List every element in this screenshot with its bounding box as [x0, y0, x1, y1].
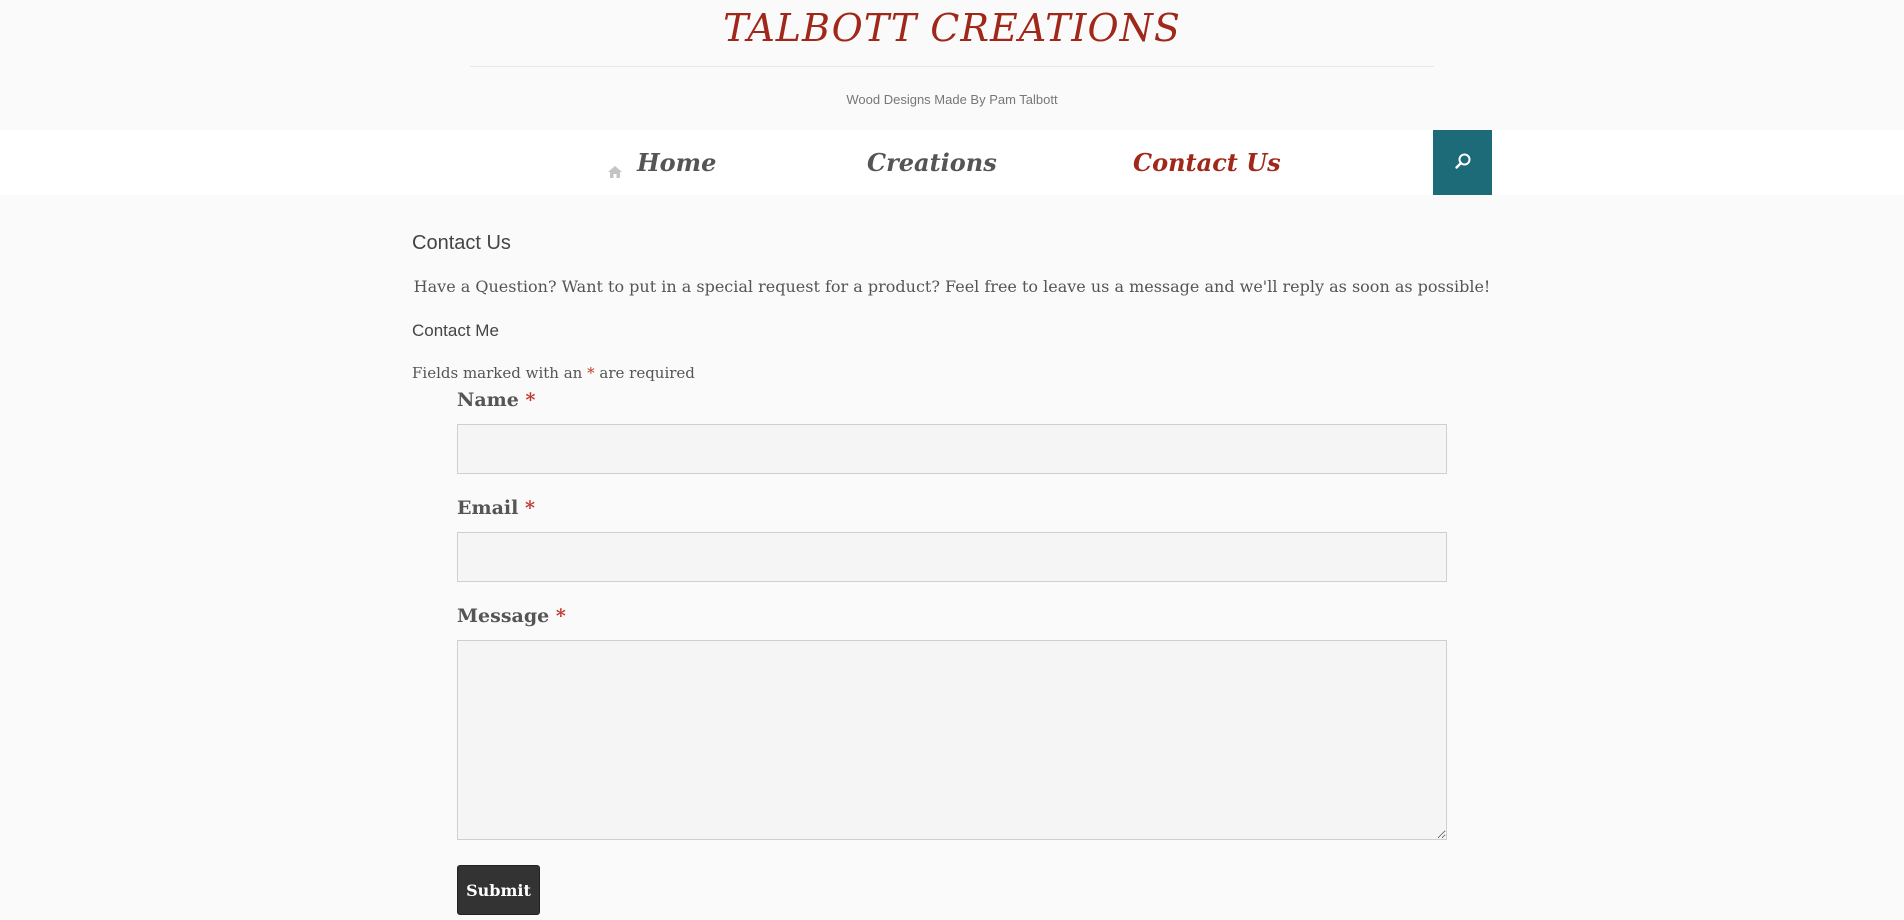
name-label: Name * — [457, 389, 535, 411]
nav-item-label: Creations — [867, 148, 997, 177]
nav-item-label: Contact Us — [1133, 148, 1281, 177]
required-note-text: are required — [599, 364, 695, 382]
site-title[interactable]: TALBOTT CREATIONS — [0, 6, 1904, 50]
nav-item-label: Home — [637, 148, 717, 177]
email-label-text: Email — [457, 497, 519, 519]
submit-button[interactable]: Submit — [457, 865, 540, 915]
name-label-text: Name — [457, 389, 519, 411]
home-icon — [607, 156, 623, 178]
email-label: Email * — [457, 497, 535, 519]
required-star: * — [555, 605, 566, 627]
message-label-text: Message — [457, 605, 550, 627]
header-divider — [470, 66, 1434, 67]
page-title: Contact Us — [412, 232, 511, 254]
nav-item-contact-us[interactable]: Contact Us — [1133, 130, 1281, 195]
search-icon — [1454, 152, 1472, 174]
site-tagline: Wood Designs Made By Pam Talbott — [846, 92, 1058, 107]
required-note-text: Fields marked with an — [412, 364, 583, 382]
form-heading: Contact Me — [412, 321, 499, 340]
required-star: * — [524, 497, 535, 519]
email-field[interactable] — [457, 532, 1447, 582]
name-field[interactable] — [457, 424, 1447, 474]
search-button[interactable] — [1433, 130, 1492, 195]
nav-item-home[interactable]: Home — [607, 130, 716, 195]
main-nav: Home Creations Contact Us — [0, 130, 1904, 195]
required-star: * — [525, 389, 536, 411]
required-fields-note: Fields marked with an * are required — [412, 364, 695, 382]
message-field[interactable] — [457, 640, 1447, 840]
message-label: Message * — [457, 605, 566, 627]
required-star: * — [587, 364, 595, 382]
intro-text: Have a Question? Want to put in a specia… — [413, 277, 1491, 296]
nav-item-creations[interactable]: Creations — [867, 130, 997, 195]
